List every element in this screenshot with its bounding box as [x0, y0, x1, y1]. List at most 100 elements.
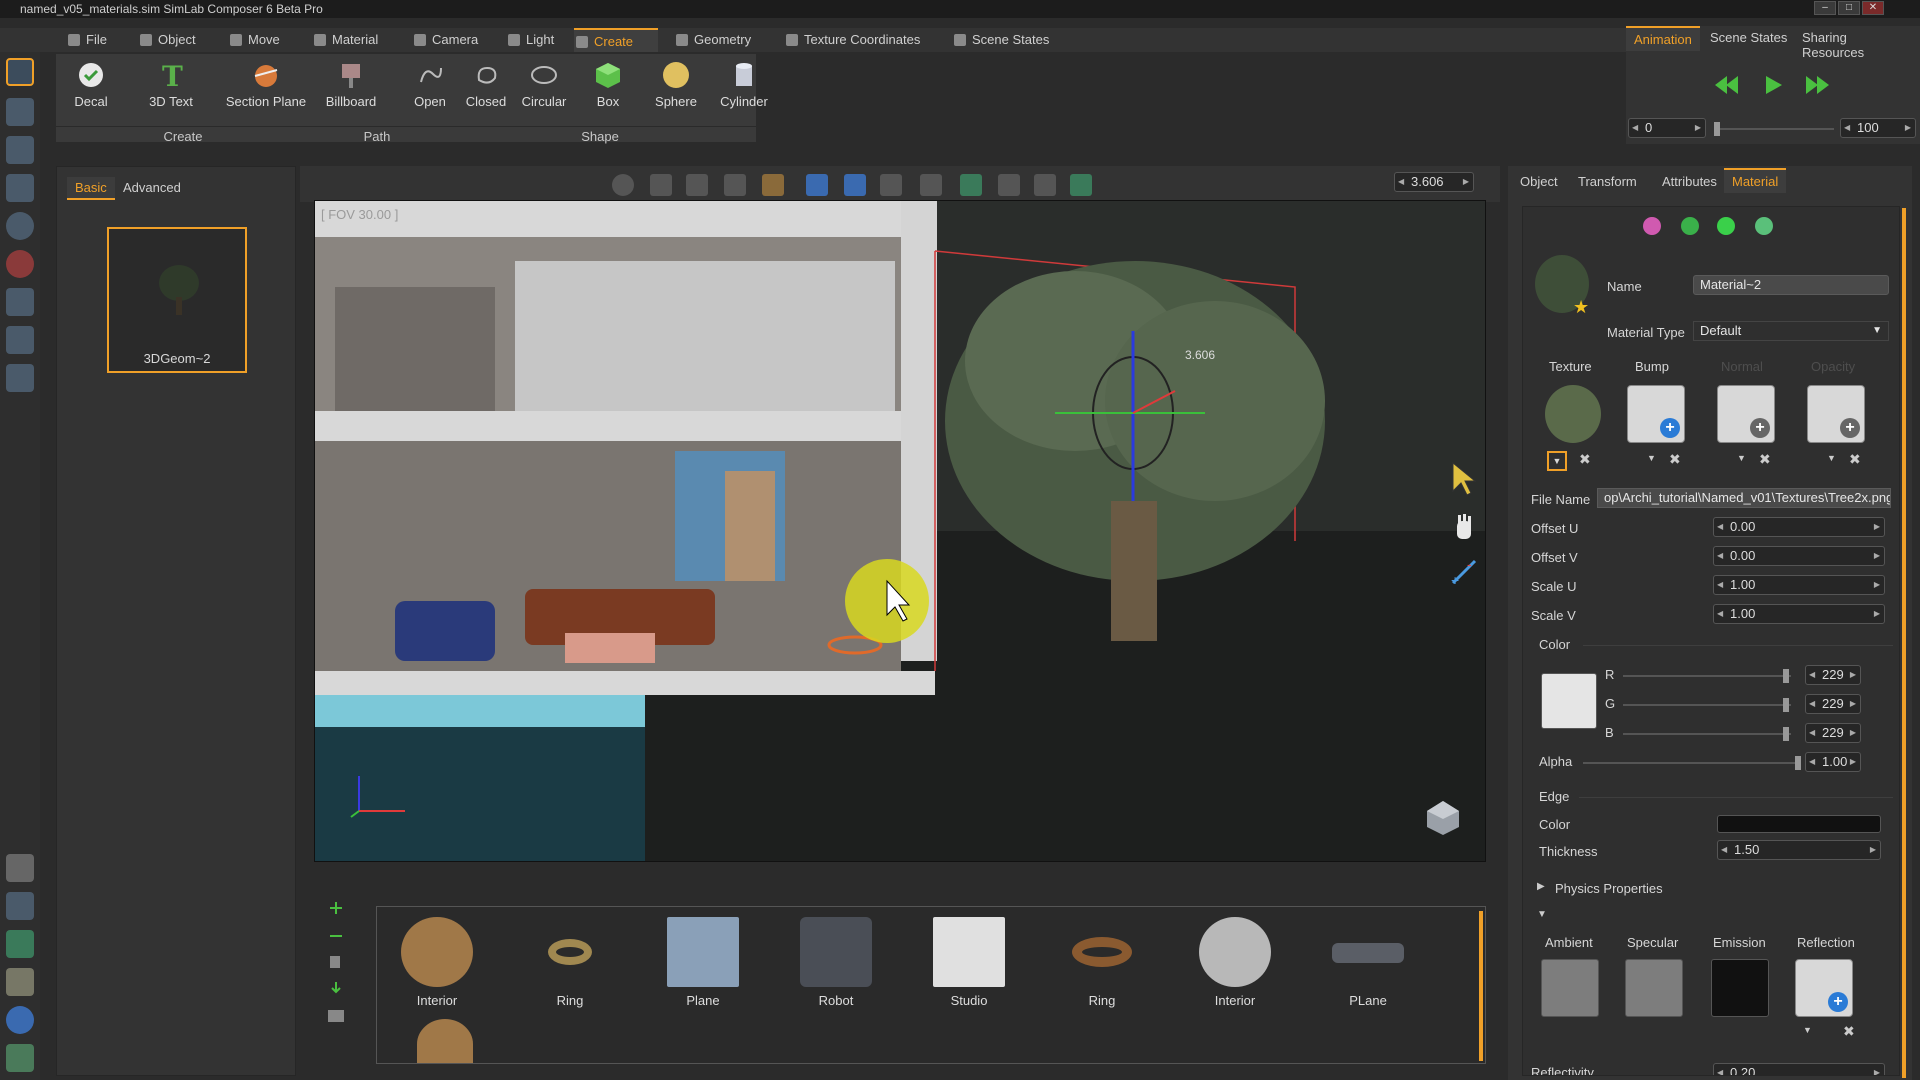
library-item[interactable]: Robot [776, 917, 896, 1008]
material-type-select[interactable]: Default ▼ [1693, 321, 1889, 341]
library-tool-icon[interactable] [6, 98, 34, 126]
blue-input[interactable]: 229 [1805, 723, 1861, 743]
object-thumbnail[interactable]: 3DGeom~2 [107, 227, 247, 373]
redo-icon[interactable] [844, 174, 866, 196]
image-tool-icon[interactable] [6, 326, 34, 354]
ambient-swatch[interactable] [1541, 959, 1599, 1017]
tab-material[interactable]: Material [1724, 168, 1787, 193]
material-assign-icon[interactable] [1717, 217, 1735, 235]
billboard-button[interactable]: Billboard [316, 60, 386, 109]
library-item[interactable]: Ring [510, 917, 630, 1008]
library-item[interactable]: PLane [1308, 917, 1428, 1008]
scale-v-input[interactable]: 1.00 [1713, 604, 1885, 624]
menu-create[interactable]: Create [574, 28, 658, 52]
pan-hand-icon[interactable] [1451, 513, 1477, 543]
red-knob[interactable] [1783, 669, 1789, 683]
expand-icon[interactable]: ▶ [1537, 881, 1545, 892]
favorite-star-icon[interactable]: ★ [1573, 297, 1589, 318]
close-icon[interactable]: ✖ [1669, 451, 1681, 468]
tab-attributes[interactable]: Attributes [1654, 170, 1725, 193]
cylinder-button[interactable]: Cylinder [712, 60, 776, 109]
alpha-slider[interactable] [1583, 756, 1801, 770]
alpha-knob[interactable] [1795, 756, 1801, 770]
library-item[interactable]: Plane [643, 917, 763, 1008]
menu-texture-coordinates[interactable]: Texture Coordinates [784, 28, 920, 52]
close-icon[interactable]: ✖ [1579, 451, 1591, 468]
green-slider[interactable] [1623, 698, 1791, 712]
menu-file[interactable]: File [66, 28, 107, 52]
green-input[interactable]: 229 [1805, 694, 1861, 714]
export-tool-icon[interactable] [6, 930, 34, 958]
reflection-slot[interactable]: + [1795, 959, 1853, 1017]
tab-object[interactable]: Object [1512, 170, 1566, 193]
tab-basic[interactable]: Basic [67, 177, 115, 200]
3d-text-button[interactable]: T 3D Text [136, 60, 206, 109]
menu-camera[interactable]: Camera [412, 28, 478, 52]
render-tool-icon[interactable] [6, 288, 34, 316]
material-sphere-icon[interactable] [1755, 217, 1773, 235]
ground-plane-icon[interactable] [1034, 174, 1056, 196]
close-icon[interactable]: ✖ [1759, 451, 1771, 468]
offset-u-input[interactable]: 0.00 [1713, 517, 1885, 537]
select-cursor-icon[interactable] [1449, 461, 1477, 497]
folder-icon[interactable] [330, 956, 340, 968]
material-pick-icon[interactable] [1681, 217, 1699, 235]
transform-icon[interactable] [920, 174, 942, 196]
zoom-value-input[interactable]: 3.606 [1394, 172, 1474, 192]
menu-geometry[interactable]: Geometry [674, 28, 751, 52]
tab-scene-states[interactable]: Scene States [1702, 26, 1795, 49]
tools-icon[interactable] [6, 968, 34, 996]
green-knob[interactable] [1783, 698, 1789, 712]
sphere-button[interactable]: Sphere [644, 60, 708, 109]
end-frame-input[interactable]: 100 [1840, 118, 1916, 138]
zoom-icon[interactable] [998, 174, 1020, 196]
download-icon[interactable] [328, 980, 344, 996]
chevron-down-icon[interactable]: ▼ [1647, 453, 1656, 463]
menu-scene-states[interactable]: Scene States [952, 28, 1049, 52]
red-slider[interactable] [1623, 669, 1791, 683]
material-name-input[interactable]: Material~2 [1693, 275, 1889, 295]
close-icon[interactable]: ✖ [1843, 1023, 1855, 1040]
thickness-input[interactable]: 1.50 [1717, 840, 1881, 860]
maximize-button[interactable]: □ [1838, 1, 1860, 15]
material-palette-icon[interactable] [1643, 217, 1661, 235]
measure-icon[interactable] [686, 174, 708, 196]
play-icon[interactable] [1762, 74, 1784, 96]
library-scrollbar[interactable] [1479, 911, 1483, 1061]
rewind-icon[interactable] [1714, 74, 1740, 96]
add-icon[interactable] [328, 900, 344, 916]
tab-animation[interactable]: Animation [1626, 26, 1700, 51]
zoom-window-icon[interactable] [650, 174, 672, 196]
scale-u-input[interactable]: 1.00 [1713, 575, 1885, 595]
timeline-slider[interactable] [1714, 122, 1834, 136]
red-input[interactable]: 229 [1805, 665, 1861, 685]
select-icon[interactable] [880, 174, 902, 196]
properties-scrollbar[interactable] [1902, 208, 1906, 1078]
interior-icon[interactable] [417, 1019, 473, 1063]
menu-move[interactable]: Move [228, 28, 280, 52]
fit-all-icon[interactable] [960, 174, 982, 196]
texture-dropdown[interactable]: ▼ [1547, 451, 1567, 471]
closed-path-button[interactable]: Closed [456, 60, 516, 109]
undo-icon[interactable] [806, 174, 828, 196]
menu-object[interactable]: Object [138, 28, 196, 52]
render-view-icon[interactable] [1070, 174, 1092, 196]
blue-knob[interactable] [1783, 727, 1789, 741]
chevron-down-icon[interactable]: ▼ [1827, 453, 1836, 463]
chevron-down-icon[interactable]: ▼ [1737, 453, 1746, 463]
opacity-slot[interactable]: + [1807, 385, 1865, 443]
texture-thumbnail[interactable] [1545, 385, 1601, 443]
shading-icon[interactable] [762, 174, 784, 196]
alpha-input[interactable]: 1.00 [1805, 752, 1861, 772]
file-name-input[interactable]: op\Archi_tutorial\Named_v01\Textures\Tre… [1597, 488, 1891, 508]
box-button[interactable]: Box [580, 60, 636, 109]
camera-tool-icon[interactable] [6, 136, 34, 164]
specular-swatch[interactable] [1625, 959, 1683, 1017]
tab-advanced[interactable]: Advanced [115, 177, 189, 198]
settings-icon[interactable] [6, 854, 34, 882]
start-frame-input[interactable]: 0 [1628, 118, 1706, 138]
zoom-tool-icon[interactable]: +- [1449, 557, 1479, 587]
orbit-icon[interactable] [612, 174, 634, 196]
scene-tool-icon[interactable] [6, 58, 34, 86]
close-icon[interactable]: ✖ [1849, 451, 1861, 468]
